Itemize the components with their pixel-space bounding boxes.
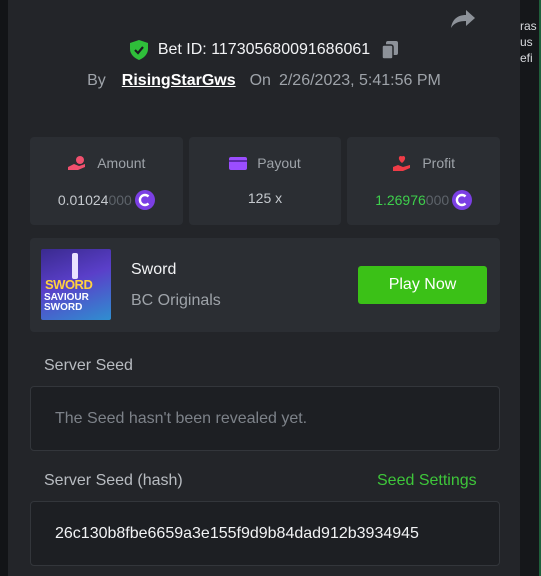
- background-peek-text: ras us efi: [520, 18, 541, 66]
- profit-label: Profit: [422, 155, 456, 171]
- thumb-title: SWORD: [45, 277, 93, 292]
- sword-blade-graphic: [72, 253, 78, 279]
- background-right-strip: ras us efi: [520, 0, 541, 576]
- server-seed-value: The Seed hasn't been revealed yet.: [55, 410, 308, 427]
- payout-value: 125 x: [247, 190, 283, 206]
- bet-datetime: 2/26/2023, 5:41:56 PM: [278, 72, 441, 89]
- server-seed-label: Server Seed: [44, 357, 133, 374]
- amount-header: Amount: [30, 155, 183, 171]
- game-provider: BC Originals: [131, 292, 221, 309]
- shield-check-icon: [129, 40, 148, 60]
- thumb-line-3: SWORD: [44, 302, 83, 313]
- bet-stats: Amount 0.01024 000 Payout 125 x Profit 1…: [30, 137, 501, 225]
- amount-value: 0.01024 000: [30, 190, 183, 210]
- bet-id-row: Bet ID: 117305680091686061: [8, 40, 520, 60]
- game-card: SWORD SAVIOUR SWORD Sword BC Originals Pl…: [30, 238, 500, 332]
- by-label: By: [87, 72, 106, 89]
- payout-value-row: 125 x: [189, 190, 342, 206]
- profit-value: 1.26976 000: [347, 190, 500, 210]
- amount-label: Amount: [97, 155, 146, 171]
- server-seed-field: The Seed hasn't been revealed yet.: [30, 386, 500, 451]
- amount-card: Amount 0.01024 000: [30, 137, 183, 225]
- amount-main: 0.01024: [57, 192, 109, 208]
- profit-card: Profit 1.26976 000: [347, 137, 501, 225]
- payout-header: Payout: [189, 155, 342, 171]
- server-seed-hash-value: 26c130b8fbe6659a3e155f9d9b84dad912b39349…: [55, 525, 419, 542]
- server-seed-hash-label: Server Seed (hash): [44, 472, 183, 489]
- profit-dim: 000: [425, 192, 450, 208]
- game-name: Sword: [131, 261, 177, 278]
- payout-card: Payout 125 x: [188, 137, 342, 225]
- amount-dim: 000: [108, 192, 132, 208]
- game-thumbnail[interactable]: SWORD SAVIOUR SWORD: [41, 249, 111, 320]
- on-label: On: [249, 72, 271, 89]
- bet-details-modal: Bet ID: 117305680091686061 By RisingStar…: [8, 0, 520, 576]
- username-link[interactable]: RisingStarGws: [122, 72, 236, 90]
- payout-label: Payout: [257, 155, 301, 171]
- peek-line-2: us: [520, 35, 533, 49]
- bet-id-value: 117305680091686061: [211, 41, 371, 58]
- peek-line-1: ras: [520, 19, 537, 33]
- bet-id-prefix: Bet ID:: [157, 41, 207, 58]
- profit-main: 1.26976: [375, 192, 426, 208]
- hand-heart-icon: [393, 156, 411, 171]
- bc-coin-icon: [452, 190, 473, 210]
- copy-icon[interactable]: [382, 41, 399, 59]
- thumb-subtitle: SAVIOUR SWORD: [44, 293, 89, 313]
- wallet-card-icon: [229, 157, 248, 170]
- seed-settings-link[interactable]: Seed Settings: [377, 472, 477, 490]
- server-seed-hash-field[interactable]: 26c130b8fbe6659a3e155f9d9b84dad912b39349…: [30, 501, 500, 566]
- bc-coin-icon: [134, 190, 155, 210]
- profit-header: Profit: [347, 155, 500, 171]
- coins-hand-icon: [68, 156, 86, 170]
- share-arrow-icon[interactable]: [450, 8, 476, 30]
- peek-line-3: efi: [520, 51, 533, 65]
- play-now-button[interactable]: Play Now: [358, 266, 487, 304]
- background-left-strip: [0, 0, 8, 576]
- bet-author-row: By RisingStarGws On 2/26/2023, 5:41:56 P…: [8, 72, 520, 90]
